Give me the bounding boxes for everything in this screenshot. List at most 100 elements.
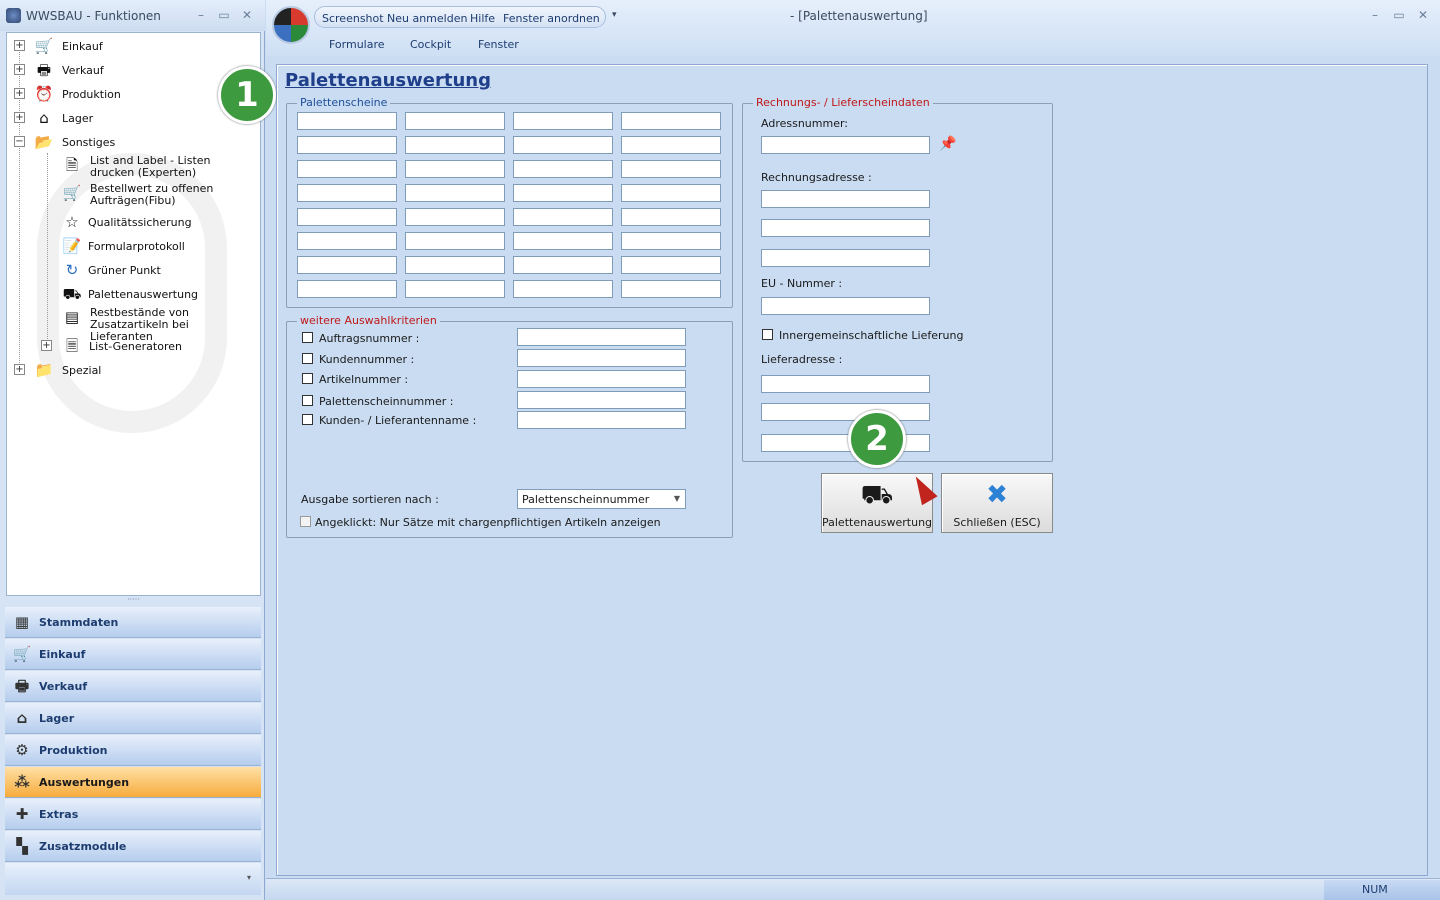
chevron-down-icon[interactable]: ▾ (247, 873, 251, 882)
palettenschein-input[interactable] (405, 256, 505, 274)
palettenschein-input[interactable] (621, 280, 721, 298)
tab-cockpit[interactable]: Cockpit (410, 38, 451, 51)
minimize-icon[interactable]: – (1368, 8, 1382, 22)
input-rechnungsadresse-2[interactable] (761, 219, 930, 237)
palettenschein-input[interactable] (513, 112, 613, 130)
palettenschein-input[interactable] (513, 208, 613, 226)
palettenschein-input[interactable] (621, 256, 721, 274)
palettenschein-input[interactable] (621, 160, 721, 178)
nav-auswertungen[interactable]: ⁂ Auswertungen (5, 767, 261, 798)
palettenschein-input[interactable] (513, 256, 613, 274)
checkbox-kundennummer[interactable] (302, 353, 313, 364)
palettenschein-input[interactable] (621, 112, 721, 130)
collapse-icon[interactable]: − (14, 136, 25, 147)
input-kunden-lieferantenname[interactable] (517, 411, 686, 429)
palettenschein-input[interactable] (405, 280, 505, 298)
input-rechnungsadresse-1[interactable] (761, 190, 930, 208)
qat-hilfe[interactable]: Hilfe (470, 12, 495, 25)
tree-item-formularprotokoll[interactable]: 📝 Formularprotokoll (62, 236, 257, 256)
nav-lager[interactable]: ⌂ Lager (5, 703, 261, 734)
palettenschein-input[interactable] (297, 136, 397, 154)
nav-produktion[interactable]: ⚙ Produktion (5, 735, 261, 766)
tab-fenster[interactable]: Fenster (478, 38, 519, 51)
tree-item-list-and-label[interactable]: 🗎 List and Label - Listen drucken (Exper… (62, 155, 257, 181)
input-lieferadresse-1[interactable] (761, 375, 930, 393)
palettenschein-input[interactable] (513, 232, 613, 250)
pushpin-icon[interactable]: 📌 (937, 136, 959, 154)
close-esc-button[interactable]: ✖ Schließen (ESC) (941, 473, 1053, 533)
checkbox-auftragsnummer[interactable] (302, 332, 313, 343)
palettenschein-input[interactable] (297, 256, 397, 274)
close-icon[interactable]: ✕ (240, 8, 254, 22)
palettenschein-input[interactable] (297, 232, 397, 250)
nav-stammdaten[interactable]: ▦ Stammdaten (5, 607, 261, 638)
nav-overflow[interactable]: ▾ (5, 863, 261, 895)
qat-screenshot[interactable]: Screenshot (322, 12, 384, 25)
tree-item-verkauf[interactable]: + 🖶 Verkauf (14, 60, 254, 80)
input-rechnungsadresse-3[interactable] (761, 249, 930, 267)
palettenschein-input[interactable] (405, 232, 505, 250)
checkbox-artikelnummer[interactable] (302, 373, 313, 384)
palettenschein-input[interactable] (405, 208, 505, 226)
tree-item-gruener-punkt[interactable]: ↻ Grüner Punkt (62, 260, 257, 280)
sort-select[interactable]: Palettenscheinnummer ▼ (517, 489, 686, 509)
palettenschein-input[interactable] (513, 184, 613, 202)
checkbox-kunden-lieferantenname[interactable] (302, 414, 313, 425)
expand-icon[interactable]: + (14, 64, 25, 75)
nav-zusatzmodule[interactable]: ▚ Zusatzmodule (5, 831, 261, 862)
maximize-icon[interactable]: ▭ (1392, 8, 1406, 22)
tree-item-restbestaende[interactable]: ▤ Restbestände von Zusatzartikeln bei Li… (62, 307, 257, 343)
palettenschein-input[interactable] (297, 112, 397, 130)
tree-item-bestellwert[interactable]: 🛒 Bestellwert zu offenen Aufträgen(Fibu) (62, 183, 257, 209)
palettenschein-input[interactable] (297, 208, 397, 226)
palettenschein-input[interactable] (297, 184, 397, 202)
palettenschein-input[interactable] (405, 136, 505, 154)
palettenschein-input[interactable] (513, 280, 613, 298)
qat-dropdown-icon[interactable]: ▾ (612, 10, 617, 20)
palettenschein-input[interactable] (621, 232, 721, 250)
expand-icon[interactable]: + (41, 340, 52, 351)
input-auftragsnummer[interactable] (517, 328, 686, 346)
nav-einkauf[interactable]: 🛒 Einkauf (5, 639, 261, 670)
palettenschein-input[interactable] (405, 112, 505, 130)
palettenschein-input[interactable] (405, 160, 505, 178)
tree-item-einkauf[interactable]: + 🛒 Einkauf (14, 36, 254, 56)
input-lieferadresse-2[interactable] (761, 403, 930, 421)
tree-item-qualitaetssicherung[interactable]: ☆ Qualitätssicherung (62, 212, 257, 232)
minimize-icon[interactable]: – (194, 8, 208, 22)
checkbox-chargenpflichtig[interactable] (300, 516, 311, 527)
tree-item-spezial[interactable]: + 📁 Spezial (14, 360, 254, 380)
expand-icon[interactable]: + (14, 364, 25, 375)
palettenschein-input[interactable] (621, 136, 721, 154)
expand-icon[interactable]: + (14, 40, 25, 51)
qat-neu-anmelden[interactable]: Neu anmelden (387, 12, 467, 25)
panel-splitter[interactable]: ····· (6, 596, 261, 604)
expand-icon[interactable]: + (14, 112, 25, 123)
input-eu-nummer[interactable] (761, 297, 930, 315)
tree-item-palettenauswertung[interactable]: ⛟ Palettenauswertung (62, 284, 257, 304)
nav-verkauf[interactable]: 🖶 Verkauf (5, 671, 261, 702)
nav-extras[interactable]: ✚ Extras (5, 799, 261, 830)
input-adressnummer[interactable] (761, 136, 930, 154)
input-artikelnummer[interactable] (517, 370, 686, 388)
palettenschein-input[interactable] (513, 136, 613, 154)
checkbox-palettenscheinnummer[interactable] (302, 395, 313, 406)
expand-icon[interactable]: + (14, 88, 25, 99)
input-palettenscheinnummer[interactable] (517, 391, 686, 409)
palettenschein-input[interactable] (621, 208, 721, 226)
close-icon[interactable]: ✕ (1416, 8, 1430, 22)
tab-formulare[interactable]: Formulare (329, 38, 385, 51)
checkbox-innergemeinschaftlich[interactable] (762, 329, 773, 340)
palettenschein-input[interactable] (513, 160, 613, 178)
application-orb-icon[interactable] (272, 6, 310, 44)
palettenschein-input[interactable] (405, 184, 505, 202)
tree-item-list-generatoren[interactable]: + 🗏 List-Generatoren (41, 336, 256, 356)
tree-item-sonstiges[interactable]: − 📂 Sonstiges (14, 132, 254, 152)
palettenschein-input[interactable] (621, 184, 721, 202)
maximize-icon[interactable]: ▭ (217, 8, 231, 22)
tree-item-lager[interactable]: + ⌂ Lager (14, 108, 254, 128)
input-kundennummer[interactable] (517, 349, 686, 367)
qat-fenster-anordnen[interactable]: Fenster anordnen (503, 12, 600, 25)
palettenschein-input[interactable] (297, 160, 397, 178)
palettenschein-input[interactable] (297, 280, 397, 298)
